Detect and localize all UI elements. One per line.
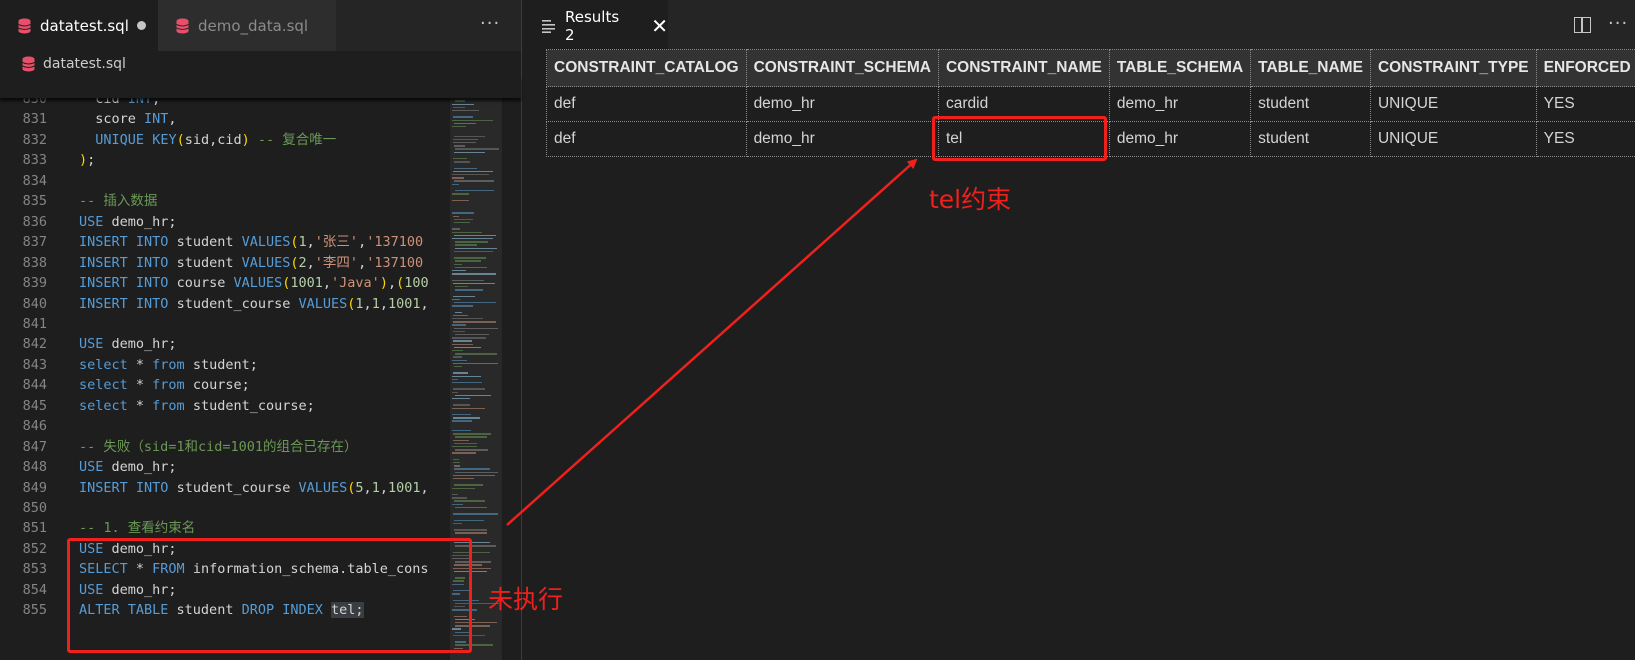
tel-constraint-annotation: tel约束 <box>929 185 1012 214</box>
not-executed-annotation: 未执行 <box>488 585 564 614</box>
annotation-arrow <box>506 158 918 526</box>
